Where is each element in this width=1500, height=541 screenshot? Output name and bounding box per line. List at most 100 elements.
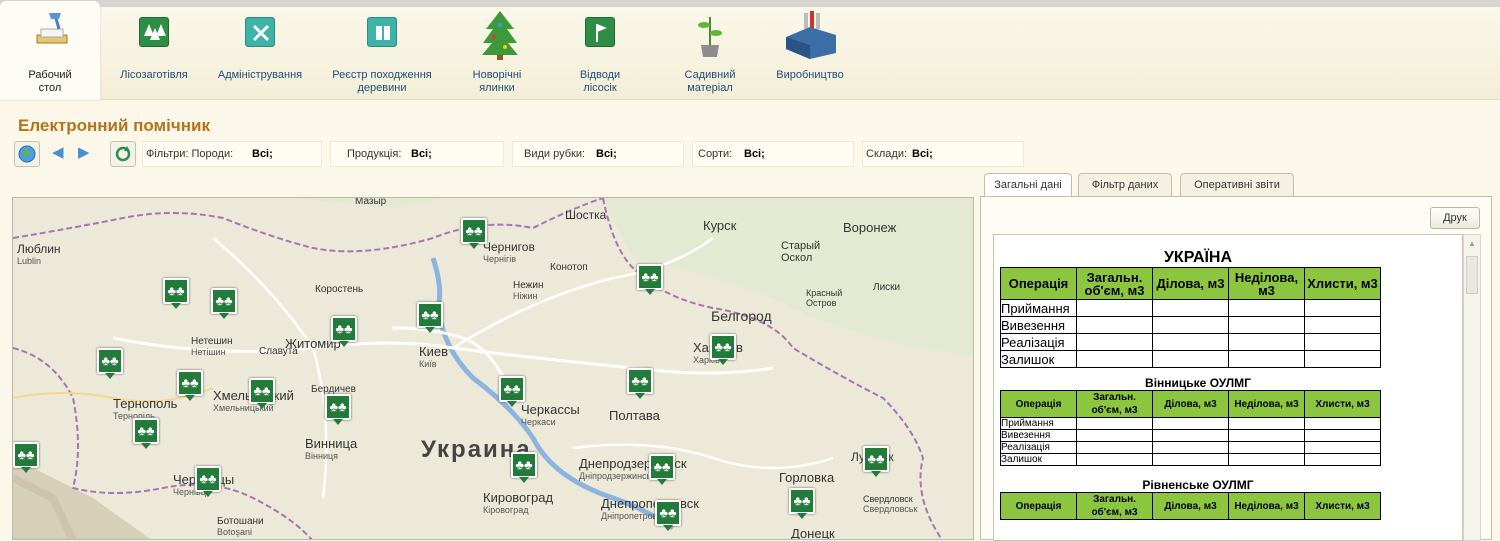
map-city-voronezh: Воронеж [843, 220, 897, 235]
filter-value-poroda[interactable]: Всі; [252, 148, 273, 160]
forward-arrow-icon[interactable]: ▶ [78, 145, 94, 161]
report-scrollbar[interactable]: ▲ [1463, 234, 1481, 541]
filter-label-rubky: Види рубки: [524, 148, 586, 160]
forest-marker[interactable]: ♣♣ [655, 500, 681, 531]
toolbar-label: Реєстр походження деревини [332, 69, 432, 94]
map-city-netishyn: Нетешин Нетішин [191, 336, 233, 357]
map-city-sverdlovsk: Свердловск Свердловськ [863, 494, 918, 514]
filter-label-sklady: Склади: [866, 148, 908, 160]
forest-marker[interactable]: ♣♣ [249, 378, 275, 409]
table-row: Вивезення [1000, 316, 1381, 334]
table-header: Ділова, м3 [1152, 390, 1229, 418]
map-city-belgorod: Белгород [711, 308, 772, 324]
map-city-botosani: Ботошани Botoşani [217, 516, 264, 537]
toolbar-section-registry[interactable]: Реєстр походження деревини [322, 7, 442, 100]
map-city-horlivka: Горловка [779, 470, 835, 485]
forest-marker[interactable]: ♣♣ [195, 466, 221, 497]
globe-button[interactable] [14, 141, 40, 167]
map-city-cherkasy: Черкассы Черкаси [521, 402, 580, 427]
map-city-mazyr: Мазыр [355, 197, 387, 207]
table-header: Операція [1000, 267, 1077, 300]
forest-marker[interactable]: ♣♣ [163, 278, 189, 309]
forest-marker[interactable]: ♣♣ [511, 452, 537, 483]
forest-marker[interactable]: ♣♣ [97, 348, 123, 379]
map-city-liski: Лиски [873, 282, 901, 293]
row-label: Залишок [1000, 453, 1077, 466]
toolbar-section-logging[interactable]: Лісозаготівля [108, 7, 200, 100]
map-city-kursk: Курск [703, 218, 737, 233]
row-label: Залишок [1000, 350, 1077, 368]
map-city-konotop: Конотоп [550, 262, 588, 273]
filter-value-rubky[interactable]: Всі; [596, 148, 617, 160]
print-button[interactable]: Друк [1430, 207, 1480, 229]
refresh-icon [115, 146, 131, 162]
toolbar-label: Виробництво [776, 69, 844, 81]
desk-lamp-icon [33, 9, 68, 44]
back-arrow-icon[interactable]: ◀ [52, 145, 68, 161]
forest-marker[interactable]: ♣♣ [331, 316, 357, 347]
page-title: Електронний помічник [18, 116, 210, 135]
row-label: Приймання [1000, 417, 1077, 430]
forest-marker[interactable]: ♣♣ [461, 218, 487, 249]
tab-operative-reports[interactable]: Оперативні звіти [1180, 173, 1294, 197]
forest-marker[interactable]: ♣♣ [417, 302, 443, 333]
toolbar-section-planting[interactable]: Садивний матеріал [660, 7, 760, 100]
forest-marker[interactable]: ♣♣ [133, 418, 159, 449]
registry-icon [365, 15, 399, 49]
forest-marker[interactable]: ♣♣ [789, 488, 815, 519]
row-label: Реалізація [1000, 441, 1077, 454]
toolbar-section-production[interactable]: Виробництво [765, 7, 855, 100]
map-city-kyiv: Киев Київ [419, 344, 448, 369]
table-header: Загальн. об'єм, м3 [1076, 267, 1153, 300]
map-city-korosten: Коростень [315, 284, 364, 295]
table-header: Неділова, м3 [1228, 390, 1305, 418]
forest-marker[interactable]: ♣♣ [710, 334, 736, 365]
christmas-tree-icon [480, 11, 518, 60]
table-row: Залишок [1000, 350, 1381, 368]
filter-value-sklady[interactable]: Всі; [912, 148, 933, 160]
report-document[interactable]: УКРАЇНА Операція Загальн. об'єм, м3 Діло… [993, 234, 1463, 541]
forest-marker[interactable]: ♣♣ [627, 368, 653, 399]
forest-marker[interactable]: ♣♣ [863, 446, 889, 477]
toolbar-section-desktop[interactable]: Рабочий стол [0, 1, 100, 100]
table-row: Залишок [1000, 453, 1381, 466]
toolbar-label: Лісозаготівля [120, 69, 188, 81]
forest-marker[interactable]: ♣♣ [13, 442, 39, 473]
forest-marker[interactable]: ♣♣ [499, 376, 525, 407]
toolbar-label: Новорічні ялинки [472, 69, 522, 94]
forest-marker[interactable]: ♣♣ [637, 264, 663, 295]
window-top-strip [0, 0, 1500, 7]
forest-marker[interactable]: ♣♣ [649, 454, 675, 485]
map-city-nizhyn: Нежин Ніжин [513, 280, 544, 301]
map-city-lublin: Люблин Lublin [17, 242, 61, 266]
row-label: Вивезення [1000, 429, 1077, 442]
filter-label-produkcia: Продукція: [347, 148, 402, 160]
report-panel: Друк УКРАЇНА Операція Загальн. об'єм, м3… [980, 196, 1492, 541]
table-header: Операція [1000, 390, 1077, 418]
report-table-region: Операція Загальн. об'єм, м3 Ділова, м3 Н… [1000, 390, 1381, 466]
map-city-kirovohrad: Кировоград Кіровоград [483, 490, 554, 515]
report-region-title: Вінницьке ОУЛМГ [1145, 376, 1251, 390]
map-city-krasny-ostrov: Красный Остров [806, 288, 843, 308]
forest-marker[interactable]: ♣♣ [177, 370, 203, 401]
row-label: Вивезення [1000, 316, 1077, 334]
forest-marker[interactable]: ♣♣ [211, 288, 237, 319]
refresh-button[interactable] [110, 141, 136, 167]
map-view[interactable]: Люблин Lublin Чернигов Чернігів Шостка Кур… [12, 197, 974, 540]
toolbar-section-allotments[interactable]: Відводи лісосік [560, 7, 640, 100]
toolbar-label: Рабочий стол [28, 69, 72, 94]
tab-data-filter[interactable]: Фільтр даних [1078, 173, 1172, 197]
scroll-thumb[interactable] [1466, 256, 1478, 294]
globe-icon [18, 145, 36, 163]
filter-value-sorty[interactable]: Всі; [744, 148, 765, 160]
table-row: Приймання [1000, 299, 1381, 317]
table-header: Неділова, м3 [1228, 267, 1305, 300]
toolbar-section-xmas-trees[interactable]: Новорічні ялинки [457, 7, 537, 100]
toolbar-section-admin[interactable]: Адміністрування [210, 7, 310, 100]
forest-marker[interactable]: ♣♣ [325, 394, 351, 425]
row-label: Реалізація [1000, 333, 1077, 351]
scroll-up-icon[interactable]: ▲ [1464, 239, 1480, 248]
filter-value-produkcia[interactable]: Всі; [411, 148, 432, 160]
tab-general-data[interactable]: Загальні дані [984, 173, 1072, 198]
table-header: Загальн. об'єм, м3 [1076, 390, 1153, 418]
